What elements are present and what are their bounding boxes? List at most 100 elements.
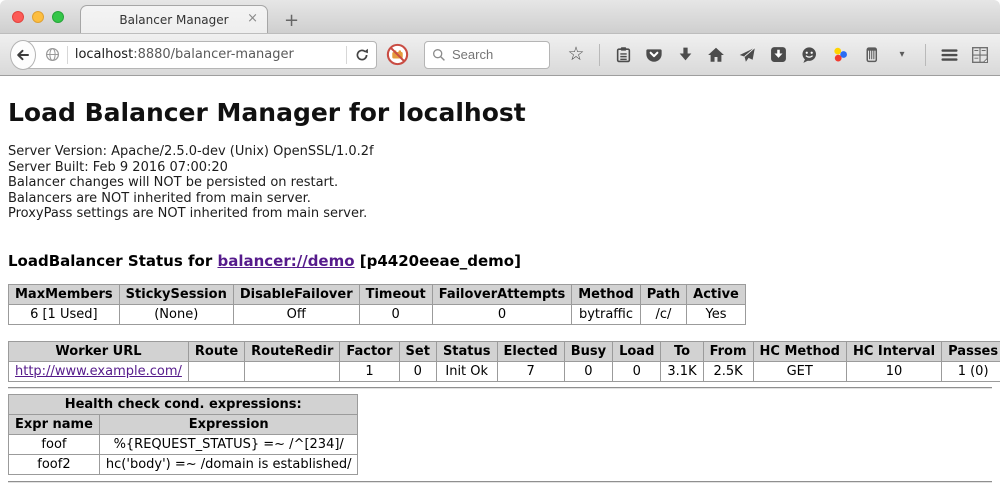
clipboard-icon[interactable] <box>613 45 633 65</box>
worker-table: Worker URL Route RouteRedir Factor Set S… <box>8 341 1000 382</box>
striped-box-icon[interactable] <box>861 45 881 65</box>
cell-disablefailover: Off <box>233 304 359 324</box>
globe-icon <box>45 47 60 62</box>
worker-url-link[interactable]: http://www.example.com/ <box>15 364 182 379</box>
urlbar-divider-right <box>346 46 347 64</box>
col-route: Route <box>188 341 244 361</box>
cell-path: /c/ <box>640 304 686 324</box>
cell-busy: 0 <box>564 361 612 381</box>
url-bar[interactable]: localhost:8880/balancer-manager <box>20 41 377 69</box>
tab-bar: Balancer Manager × + <box>0 0 1000 33</box>
balancer-demo-link[interactable]: balancer://demo <box>217 252 354 270</box>
cell-method: bytraffic <box>572 304 640 324</box>
col-maxmembers: MaxMembers <box>9 284 120 304</box>
col-status: Status <box>436 341 497 361</box>
cell-elected: 7 <box>497 361 564 381</box>
cell-active: Yes <box>687 304 746 324</box>
cell-route <box>188 361 244 381</box>
search-icon <box>432 48 446 62</box>
col-expr-name: Expr name <box>9 414 100 434</box>
cell-status: Init Ok <box>436 361 497 381</box>
tab-balancer-manager[interactable]: Balancer Manager × <box>80 5 268 33</box>
col-elected: Elected <box>497 341 564 361</box>
menu-icon[interactable] <box>939 45 959 65</box>
overflow-caret-icon[interactable]: ▾ <box>892 45 912 65</box>
cell-load: 0 <box>613 361 661 381</box>
tab-grid-icon[interactable] <box>970 45 990 65</box>
cell-expr-name: foof2 <box>9 454 100 474</box>
cell-to: 3.1K <box>661 361 703 381</box>
colored-dots-icon[interactable] <box>830 45 850 65</box>
col-failoverattempts: FailoverAttempts <box>432 284 572 304</box>
download-box-icon[interactable] <box>768 45 788 65</box>
col-set: Set <box>399 341 436 361</box>
cell-expr-name: foof <box>9 434 100 454</box>
balancer-status-heading: LoadBalancer Status for balancer://demo … <box>8 252 992 270</box>
bottom-divider <box>8 481 992 483</box>
balancer-settings-table: MaxMembers StickySession DisableFailover… <box>8 284 746 325</box>
cell-hc-method: GET <box>753 361 846 381</box>
url-input[interactable]: localhost:8880/balancer-manager <box>75 47 339 62</box>
worker-row: http://www.example.com/ 1 0 Init Ok 7 0 … <box>9 361 1000 381</box>
col-method: Method <box>572 284 640 304</box>
cell-factor: 1 <box>340 361 399 381</box>
col-busy: Busy <box>564 341 612 361</box>
chat-smiley-icon[interactable] <box>799 45 819 65</box>
col-routeredir: RouteRedir <box>245 341 340 361</box>
notice-balancers-line: Balancers are NOT inherited from main se… <box>8 191 992 207</box>
col-load: Load <box>613 341 661 361</box>
col-active: Active <box>687 284 746 304</box>
navigation-toolbar: localhost:8880/balancer-manager <box>0 33 1000 76</box>
tab-close-icon[interactable]: × <box>247 12 258 26</box>
col-expression: Expression <box>99 414 358 434</box>
close-window-button[interactable] <box>12 11 24 23</box>
cell-set: 0 <box>399 361 436 381</box>
table-header-row: MaxMembers StickySession DisableFailover… <box>9 284 746 304</box>
toolbar-divider <box>599 44 600 66</box>
tab-title: Balancer Manager <box>119 13 228 27</box>
page-body: Load Balancer Manager for localhost Serv… <box>0 98 1000 483</box>
search-box[interactable] <box>424 41 550 69</box>
cell-passes: 1 (0) <box>942 361 1000 381</box>
bookmark-star-icon[interactable]: ☆ <box>566 45 586 65</box>
window-controls <box>12 11 64 23</box>
col-path: Path <box>640 284 686 304</box>
cell-stickysession: (None) <box>119 304 233 324</box>
server-built-line: Server Built: Feb 9 2016 07:00:20 <box>8 160 992 176</box>
balancer-heading-suffix: [p4420eeae_demo] <box>360 252 521 270</box>
page-title: Load Balancer Manager for localhost <box>8 98 992 128</box>
url-domain: localhost <box>75 47 133 62</box>
server-info: Server Version: Apache/2.5.0-dev (Unix) … <box>8 144 992 222</box>
col-to: To <box>661 341 703 361</box>
fullscreen-window-button[interactable] <box>52 11 64 23</box>
downloads-icon[interactable] <box>675 45 695 65</box>
table-row: 6 [1 Used] (None) Off 0 0 bytraffic /c/ … <box>9 304 746 324</box>
cell-hc-interval: 10 <box>846 361 941 381</box>
cell-expression: hc('body') =~ /domain is established/ <box>99 454 358 474</box>
col-worker-url: Worker URL <box>9 341 189 361</box>
col-from: From <box>703 341 753 361</box>
col-timeout: Timeout <box>359 284 432 304</box>
health-check-table: Health check cond. expressions: Expr nam… <box>8 394 358 475</box>
cell-maxmembers: 6 [1 Used] <box>9 304 120 324</box>
search-input[interactable] <box>452 47 542 62</box>
cell-routeredir <box>245 361 340 381</box>
table-header-row: Worker URL Route RouteRedir Factor Set S… <box>9 341 1000 361</box>
content-blocked-icon[interactable] <box>386 43 409 66</box>
urlbar-divider <box>67 46 68 64</box>
back-button[interactable] <box>10 40 36 70</box>
send-icon[interactable] <box>737 45 757 65</box>
home-icon[interactable] <box>706 45 726 65</box>
cell-from: 2.5K <box>703 361 753 381</box>
server-version-line: Server Version: Apache/2.5.0-dev (Unix) … <box>8 144 992 160</box>
reload-icon[interactable] <box>354 47 370 63</box>
balancer-heading-prefix: LoadBalancer Status for <box>8 252 212 270</box>
cell-expression: %{REQUEST_STATUS} =~ /^[234]/ <box>99 434 358 454</box>
col-hc-interval: HC Interval <box>846 341 941 361</box>
pocket-icon[interactable] <box>644 45 664 65</box>
col-disablefailover: DisableFailover <box>233 284 359 304</box>
minimize-window-button[interactable] <box>32 11 44 23</box>
notice-proxypass-line: ProxyPass settings are NOT inherited fro… <box>8 206 992 222</box>
cell-timeout: 0 <box>359 304 432 324</box>
new-tab-button[interactable]: + <box>284 12 299 30</box>
